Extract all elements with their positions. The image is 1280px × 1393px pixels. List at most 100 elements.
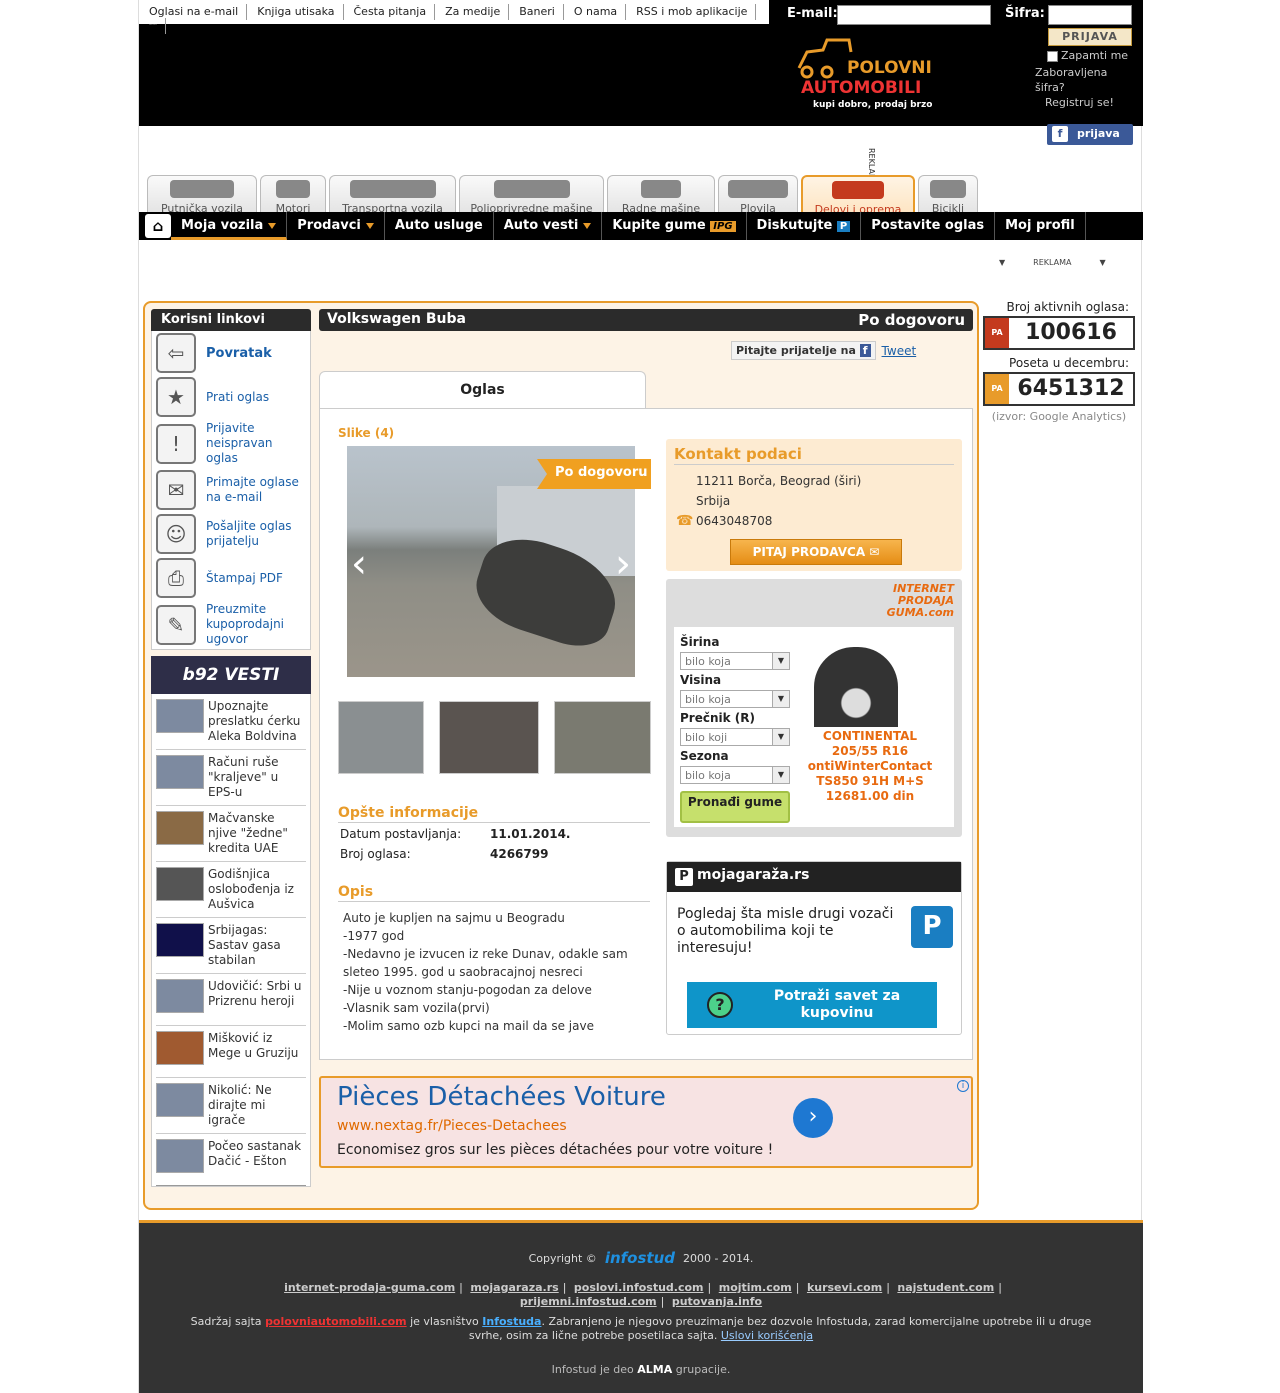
nav-auto-vesti[interactable]: Auto vesti (494, 212, 603, 240)
toplink[interactable]: Pošalji prijatelju (145, 18, 166, 34)
thumbnail[interactable] (439, 701, 539, 774)
toplink[interactable]: Česta pitanja (350, 4, 436, 20)
terms-link[interactable]: Uslovi korišćenja (721, 1329, 813, 1342)
toplink[interactable]: Za medije (441, 4, 510, 20)
toplink[interactable]: RSS i mob aplikacije (632, 4, 757, 20)
tab-oglas[interactable]: Oglas (319, 371, 646, 409)
footer-link[interactable]: internet-prodaja-guma.com (284, 1281, 455, 1294)
season-select[interactable]: bilo koja (680, 766, 790, 784)
sidebar-item-pdf[interactable]: ⎙ Štampaj PDF (152, 556, 310, 600)
ipg-logo[interactable]: INTERNET PRODAJA GUMA.com (854, 583, 954, 621)
banner-arrow-icon[interactable]: › (793, 1098, 833, 1138)
photo-next-icon[interactable]: › (615, 541, 631, 587)
contact-phone[interactable]: 0643048708 (696, 511, 954, 531)
facebook-share-button[interactable]: Pitajte prijatelje na f (731, 341, 876, 360)
adchoices-icon[interactable]: i (957, 1080, 969, 1092)
width-select[interactable]: bilo koja (680, 652, 790, 670)
password-field[interactable] (1048, 5, 1132, 25)
news-title[interactable]: Mačvanske njive "žedne" kredita UAE (208, 811, 306, 856)
b92-vesti-header[interactable]: b92 VESTI (151, 656, 311, 694)
news-item[interactable]: Udovičić: Srbi u Prizrenu heroji (156, 974, 306, 1026)
logo[interactable]: POLOVNI AUTOMOBILI kupi dobro, prodaj br… (793, 38, 933, 116)
toplink[interactable]: Baneri (515, 4, 564, 20)
ad-banner[interactable]: Pièces Détachées Voiture www.nextag.fr/P… (319, 1076, 973, 1168)
footer-link[interactable]: putovanja.info (672, 1295, 762, 1308)
news-title[interactable]: Godišnjica oslobođenja iz Aušvica (208, 867, 306, 912)
ad-arrow-icon[interactable]: ▼ (1100, 258, 1106, 267)
owner-link[interactable]: Infostuda (482, 1315, 541, 1328)
nav-prodavci[interactable]: Prodavci (287, 212, 385, 240)
sidebar-item-prijavite[interactable]: ! Prijavite neispravan oglas (152, 419, 310, 468)
footer-link[interactable]: mojagaraza.rs (470, 1281, 558, 1294)
news-item[interactable]: Upoznajte preslatku ćerku Aleka Boldvina (156, 694, 306, 750)
site-link[interactable]: polovniautomobili.com (265, 1315, 407, 1328)
find-tires-button[interactable]: Pronađi gume (680, 791, 790, 823)
login-button[interactable]: PRIJAVA (1048, 28, 1132, 46)
thumbnail[interactable] (554, 701, 651, 774)
sidebar-item-email[interactable]: ✉ Primajte oglase na e-mail (152, 468, 310, 512)
description-heading: Opis (338, 884, 650, 902)
sidebar-link[interactable]: Prijavite neispravan oglas (206, 421, 306, 466)
legal-text: je vlasništvo (410, 1315, 479, 1328)
forgot-password-link[interactable]: Zaboravljena šifra? (1035, 65, 1135, 95)
height-select[interactable]: bilo koja (680, 690, 790, 708)
footer-link[interactable]: prijemni.infostud.com (520, 1295, 657, 1308)
sidebar-link[interactable]: Prati oglas (206, 390, 269, 405)
toplink[interactable]: Knjiga utisaka (253, 4, 344, 20)
facebook-login-button[interactable]: f prijava (1047, 124, 1133, 145)
news-title[interactable]: Udovičić: Srbi u Prizrenu heroji (208, 979, 306, 1020)
register-link[interactable]: Registruj se! (1045, 95, 1135, 110)
nav-kupite-gume[interactable]: Kupite gume IPG (602, 212, 747, 240)
news-item[interactable]: Nikolić: Ne dirajte mi igrače (156, 1078, 306, 1134)
banner-url[interactable]: www.nextag.fr/Pieces-Detachees (337, 1118, 567, 1134)
sidebar-link[interactable]: Primajte oglase na e-mail (206, 475, 306, 505)
sidebar-link[interactable]: Preuzmite kupoprodajni ugovor (206, 602, 306, 647)
news-item[interactable]: Srbijagas: Sastav gasa stabilan (156, 918, 306, 974)
news-title[interactable]: Mišković iz Mege u Gruziju (208, 1031, 306, 1072)
sidebar-item-prati-oglas[interactable]: ★ Prati oglas (152, 375, 310, 419)
footer-link[interactable]: poslovi.infostud.com (574, 1281, 704, 1294)
tweet-link[interactable]: Tweet (882, 344, 917, 358)
nav-diskutujte[interactable]: Diskutujte P (747, 212, 862, 240)
sidebar-item-ugovor[interactable]: ✎ Preuzmite kupoprodajni ugovor (152, 600, 310, 649)
ad-arrow-icon[interactable]: ▼ (999, 258, 1005, 267)
news-title[interactable]: Počeo sastanak Dačić - Ešton (208, 1139, 306, 1180)
remember-checkbox[interactable] (1047, 50, 1058, 62)
nav-auto-usluge[interactable]: Auto usluge (385, 212, 494, 240)
find-advice-button[interactable]: ? Potraži savet za kupovinu (687, 982, 937, 1028)
sidebar-link[interactable]: Povratak (206, 346, 272, 361)
sidebar-link[interactable]: Štampaj PDF (206, 571, 283, 586)
news-title[interactable]: Nikolić: Ne dirajte mi igrače (208, 1083, 306, 1128)
sidebar-link[interactable]: Pošaljite oglas prijatelju (206, 519, 306, 549)
photos-count[interactable]: Slike (4) (338, 426, 394, 440)
news-title[interactable]: Srbijagas: Sastav gasa stabilan (208, 923, 306, 968)
thumbnail[interactable] (338, 701, 424, 774)
ask-seller-button[interactable]: PITAJ PRODAVCA ✉ (730, 539, 902, 565)
banner-title[interactable]: Pièces Détachées Voiture (337, 1082, 666, 1112)
active-ads-counter: PA 100616 (983, 316, 1135, 350)
nav-postavite-oglas[interactable]: Postavite oglas (861, 212, 996, 240)
sidebar-item-povratak[interactable]: ⇦ Povratak (152, 331, 310, 375)
nav-moj-profil[interactable]: Moj profil (995, 212, 1086, 240)
infostud-logo[interactable]: infostud (605, 1249, 675, 1267)
toplink[interactable]: O nama (570, 4, 627, 20)
news-item[interactable]: Mišković iz Mege u Gruziju (156, 1026, 306, 1078)
news-item[interactable]: Godišnjica oslobođenja iz Aušvica (156, 862, 306, 918)
photo-prev-icon[interactable]: ‹ (351, 541, 367, 587)
mojagaraza-title[interactable]: mojagaraža.rs (697, 867, 809, 883)
email-field[interactable] (837, 5, 991, 25)
news-item[interactable]: Računi ruše "kraljeve" u EPS-u (156, 750, 306, 806)
tire-image[interactable] (814, 647, 898, 727)
tire-name[interactable]: CONTINENTAL 205/55 R16 ontiWinterContact… (800, 729, 940, 804)
news-title[interactable]: Računi ruše "kraljeve" u EPS-u (208, 755, 306, 800)
news-title[interactable]: Upoznajte preslatku ćerku Aleka Boldvina (208, 699, 306, 744)
news-item[interactable]: Mačvanske njive "žedne" kredita UAE (156, 806, 306, 862)
sidebar-item-posaljite[interactable]: ☺ Pošaljite oglas prijatelju (152, 512, 310, 556)
footer-link[interactable]: najstudent.com (897, 1281, 994, 1294)
footer-link[interactable]: mojtim.com (719, 1281, 792, 1294)
diameter-select[interactable]: bilo koji (680, 728, 790, 746)
nav-moja-vozila[interactable]: Moja vozila (171, 212, 288, 240)
news-item[interactable]: Počeo sastanak Dačić - Ešton (156, 1134, 306, 1186)
footer-link[interactable]: kursevi.com (807, 1281, 882, 1294)
home-icon[interactable]: ⌂ (145, 214, 171, 238)
